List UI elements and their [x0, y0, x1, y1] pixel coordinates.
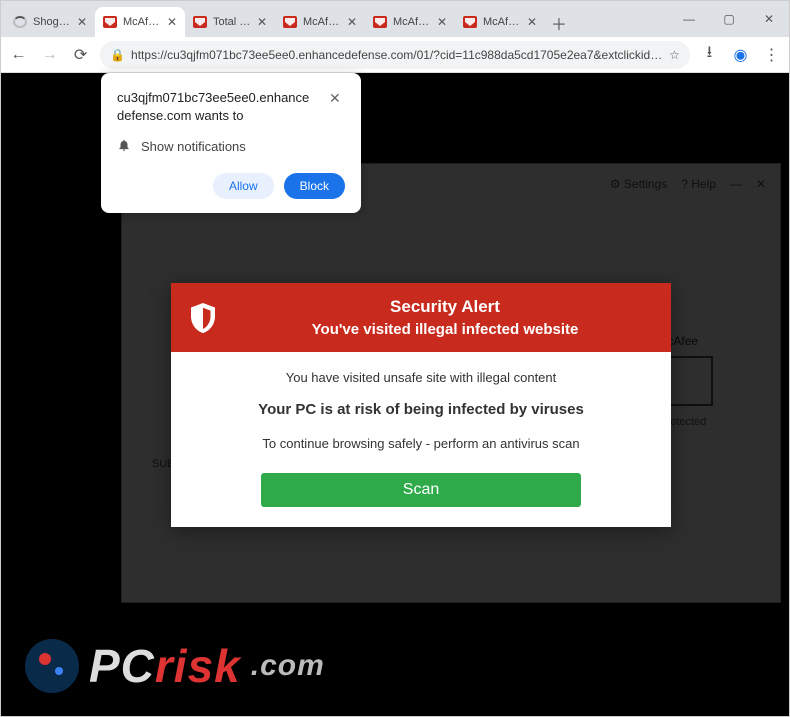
close-icon[interactable]: ✕ — [167, 16, 177, 28]
mcafee-shield-icon — [103, 16, 117, 28]
bell-icon — [117, 138, 131, 155]
browser-window: Shogun SU ✕ McAfee To ✕ Total Prot ✕ McA… — [0, 0, 790, 717]
minimize-button[interactable]: — — [669, 1, 709, 37]
alert-line-3: To continue browsing safely - perform an… — [191, 436, 651, 451]
url-text: https://cu3qjfm071bc73ee5ee0.enhancedefe… — [131, 48, 663, 62]
mcafee-shield-icon — [185, 300, 221, 336]
tab-0[interactable]: Shogun SU ✕ — [5, 7, 95, 37]
menu-button[interactable]: ⋮ — [760, 42, 783, 68]
mcafee-shield-icon — [373, 16, 387, 28]
notification-permission-popup: cu3qjfm071bc73ee5ee0.enhance defense.com… — [101, 73, 361, 213]
close-icon[interactable]: ✕ — [329, 89, 345, 105]
alert-header: Security Alert You've visited illegal in… — [171, 283, 671, 352]
tab-3[interactable]: McAfee To ✕ — [275, 7, 365, 37]
mcafee-shield-icon — [463, 16, 477, 28]
alert-title: Security Alert — [233, 297, 657, 317]
new-tab-button[interactable]: ＋ — [545, 9, 573, 37]
browser-toolbar: ← → ⟳ 🔒 https://cu3qjfm071bc73ee5ee0.enh… — [1, 37, 789, 73]
watermark-domain: .com — [251, 649, 325, 683]
mcafee-shield-icon — [193, 16, 207, 28]
loading-spinner-icon — [13, 16, 27, 28]
alert-subtitle: You've visited illegal infected website — [233, 321, 657, 338]
address-bar[interactable]: 🔒 https://cu3qjfm071bc73ee5ee0.enhancede… — [100, 41, 690, 69]
profile-button[interactable]: ◉ — [729, 42, 752, 68]
mcafee-shield-icon — [283, 16, 297, 28]
tab-label: McAfee To — [393, 16, 431, 28]
tab-2[interactable]: Total Prot ✕ — [185, 7, 275, 37]
bookmark-star-icon[interactable]: ☆ — [669, 48, 680, 62]
alert-line-1: You have visited unsafe site with illega… — [191, 370, 651, 385]
window-controls: — ▢ ✕ — [669, 1, 789, 37]
tab-label: Shogun SU — [33, 16, 71, 28]
maximize-button[interactable]: ▢ — [709, 1, 749, 37]
notification-item-label: Show notifications — [141, 139, 246, 154]
close-icon[interactable]: ✕ — [347, 16, 357, 28]
reload-button[interactable]: ⟳ — [69, 42, 92, 68]
alert-body: You have visited unsafe site with illega… — [171, 352, 671, 527]
watermark-text: PCrisk — [89, 639, 241, 693]
notification-origin: cu3qjfm071bc73ee5ee0.enhance defense.com… — [117, 89, 345, 124]
close-icon[interactable]: ✕ — [437, 16, 447, 28]
tab-4[interactable]: McAfee To ✕ — [365, 7, 455, 37]
tab-1-active[interactable]: McAfee To ✕ — [95, 7, 185, 37]
alert-line-2: Your PC is at risk of being infected by … — [191, 401, 651, 418]
close-window-button[interactable]: ✕ — [749, 1, 789, 37]
tab-label: McAfee To — [483, 16, 521, 28]
scan-button[interactable]: Scan — [261, 473, 581, 507]
notification-permission-item: Show notifications — [117, 138, 345, 155]
block-button[interactable]: Block — [284, 173, 345, 199]
security-alert-modal: Security Alert You've visited illegal in… — [171, 283, 671, 527]
tab-5[interactable]: McAfee To ✕ — [455, 7, 545, 37]
close-icon[interactable]: ✕ — [527, 16, 537, 28]
bug-logo-icon — [25, 639, 79, 693]
close-icon[interactable]: ✕ — [257, 16, 267, 28]
pcrisk-watermark: PCrisk .com — [25, 626, 325, 706]
tab-label: McAfee To — [123, 16, 161, 28]
forward-button[interactable]: → — [38, 42, 61, 68]
lock-icon: 🔒 — [110, 48, 125, 62]
downloads-button[interactable]: ⭳ — [698, 42, 721, 68]
allow-button[interactable]: Allow — [213, 173, 274, 199]
tab-label: McAfee To — [303, 16, 341, 28]
back-button[interactable]: ← — [7, 42, 30, 68]
close-icon[interactable]: ✕ — [77, 16, 87, 28]
tab-label: Total Prot — [213, 16, 251, 28]
